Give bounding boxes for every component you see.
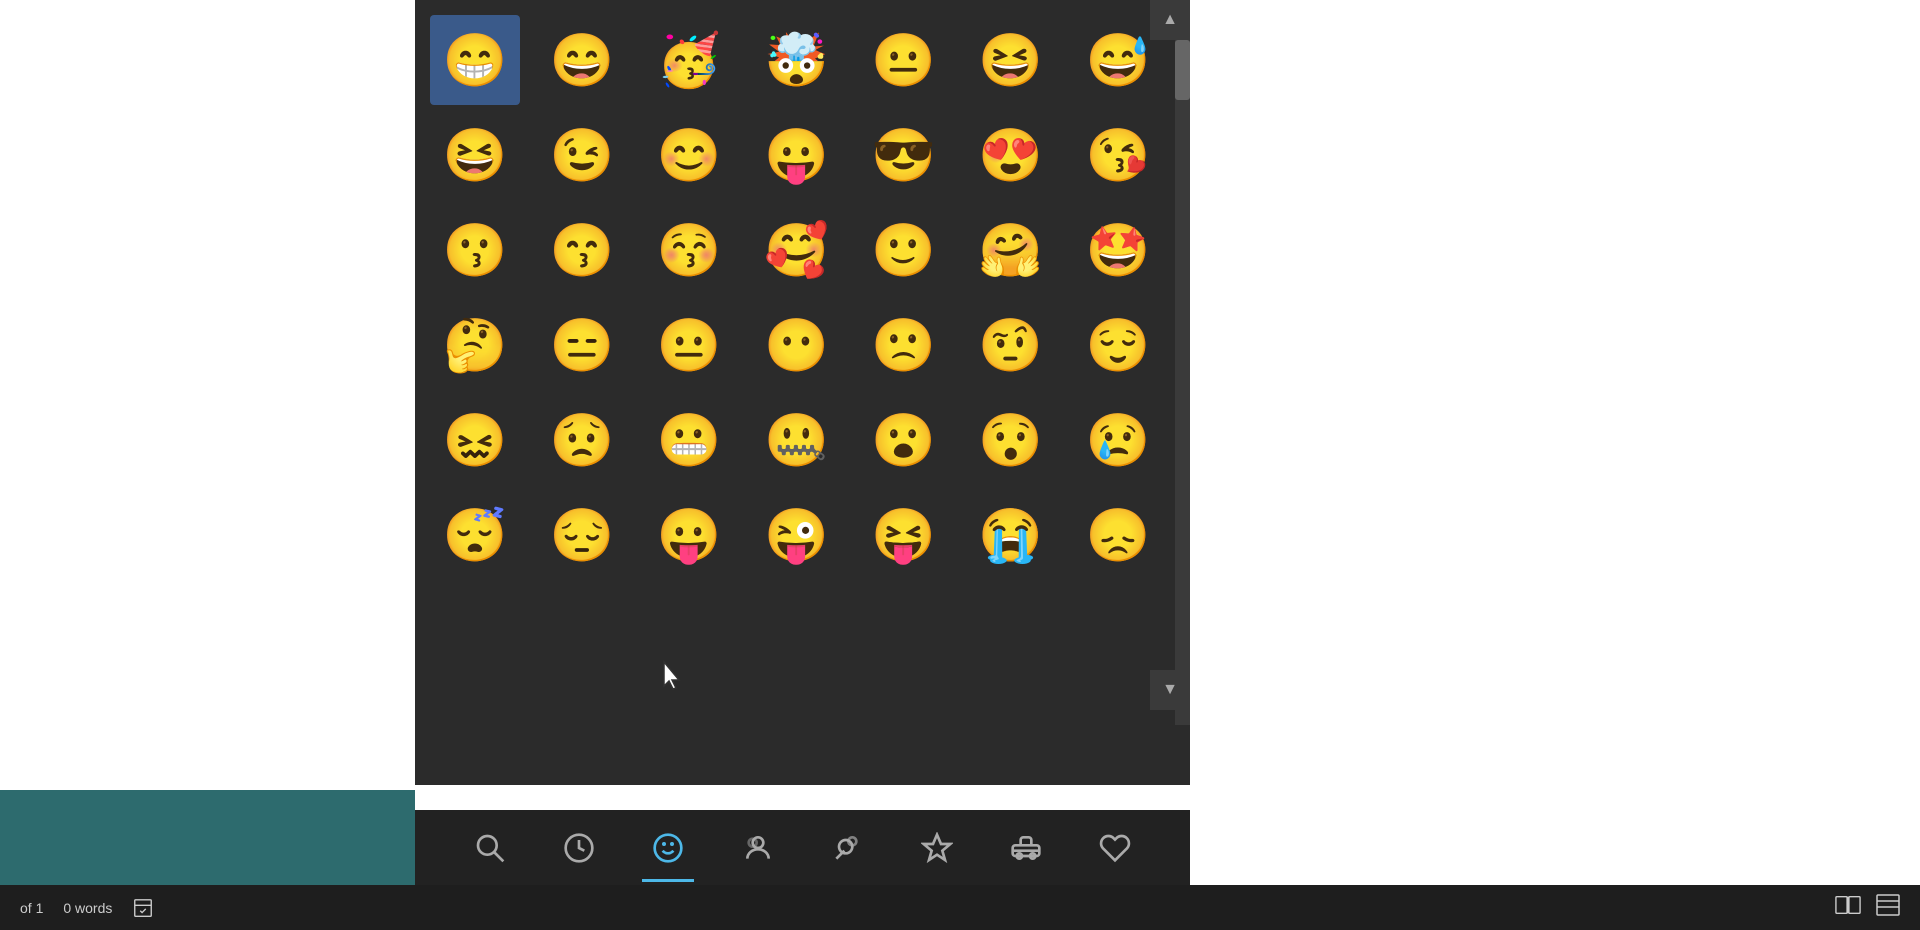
emoji-cell[interactable]: 😜 bbox=[751, 490, 841, 580]
category-people-button[interactable] bbox=[725, 815, 790, 880]
emoji-grid: 😁 😄 🥳 🤯 😐 😆 😅 😆 😉 😊 😛 😎 😍 😘 😗 😙 😚 🥰 🙂 🤗 … bbox=[430, 15, 1175, 580]
emoji-cell[interactable]: 😚 bbox=[644, 205, 734, 295]
emoji-cell[interactable]: 😢 bbox=[1073, 395, 1163, 485]
emoji-cell[interactable]: 🤯 bbox=[751, 15, 841, 105]
scroll-up-button[interactable]: ▲ bbox=[1150, 0, 1190, 40]
category-activities-button[interactable] bbox=[1083, 815, 1148, 880]
category-smiley-button[interactable] bbox=[636, 815, 701, 880]
emoji-cell[interactable]: 😑 bbox=[537, 300, 627, 390]
scrollbar-thumb[interactable] bbox=[1175, 40, 1190, 100]
book-view-icon[interactable] bbox=[1835, 894, 1861, 922]
emoji-cell[interactable]: 😁 bbox=[430, 15, 520, 105]
emoji-panel: ▲ 😁 😄 🥳 🤯 😐 😆 😅 😆 😉 😊 😛 😎 😍 😘 😗 😙 😚 🥰 bbox=[415, 0, 1190, 785]
emoji-cell[interactable]: 😟 bbox=[537, 395, 627, 485]
emoji-cell[interactable]: 😘 bbox=[1073, 110, 1163, 200]
emoji-cell[interactable]: 🤩 bbox=[1073, 205, 1163, 295]
emoji-cell[interactable]: 😶 bbox=[751, 300, 841, 390]
emoji-cell[interactable]: 🤔 bbox=[430, 300, 520, 390]
emoji-cell[interactable]: 😬 bbox=[644, 395, 734, 485]
emoji-cell[interactable]: 🙂 bbox=[859, 205, 949, 295]
emoji-grid-container: 😁 😄 🥳 🤯 😐 😆 😅 😆 😉 😊 😛 😎 😍 😘 😗 😙 😚 🥰 🙂 🤗 … bbox=[415, 0, 1190, 785]
emoji-cell[interactable]: 😛 bbox=[644, 490, 734, 580]
emoji-cell[interactable]: 😊 bbox=[644, 110, 734, 200]
emoji-cell[interactable]: 🥳 bbox=[644, 15, 734, 105]
emoji-cell[interactable]: 😍 bbox=[966, 110, 1056, 200]
lines-view-icon[interactable] bbox=[1876, 894, 1900, 922]
emoji-cell[interactable]: 😐 bbox=[859, 15, 949, 105]
emoji-cell[interactable]: 😙 bbox=[537, 205, 627, 295]
emoji-cell[interactable]: 😆 bbox=[966, 15, 1056, 105]
page-info: of 1 bbox=[20, 900, 43, 916]
spell-check-icon[interactable] bbox=[132, 897, 154, 919]
emoji-cell[interactable]: 😉 bbox=[537, 110, 627, 200]
scrollbar[interactable] bbox=[1175, 40, 1190, 725]
emoji-cell[interactable]: 🥰 bbox=[751, 205, 841, 295]
emoji-cell[interactable]: 😗 bbox=[430, 205, 520, 295]
emoji-cell[interactable]: 😄 bbox=[537, 15, 627, 105]
emoji-cell[interactable]: 😛 bbox=[751, 110, 841, 200]
category-bar bbox=[415, 810, 1190, 885]
emoji-cell[interactable]: 🤐 bbox=[751, 395, 841, 485]
emoji-cell[interactable]: 😆 bbox=[430, 110, 520, 200]
emoji-cell[interactable]: 😴 bbox=[430, 490, 520, 580]
emoji-cell[interactable]: 😞 bbox=[1073, 490, 1163, 580]
emoji-cell[interactable]: 😐 bbox=[644, 300, 734, 390]
category-recent-button[interactable] bbox=[547, 815, 612, 880]
category-travel-button[interactable] bbox=[993, 815, 1058, 880]
page-of-text: of 1 bbox=[20, 900, 43, 916]
category-search-button[interactable] bbox=[457, 815, 522, 880]
scroll-down-button[interactable]: ▼ bbox=[1150, 670, 1190, 710]
word-count: 0 words bbox=[63, 900, 112, 916]
category-nature-button[interactable] bbox=[815, 815, 880, 880]
emoji-cell[interactable]: 😝 bbox=[859, 490, 949, 580]
category-food-button[interactable] bbox=[904, 815, 969, 880]
emoji-cell[interactable]: 🤨 bbox=[966, 300, 1056, 390]
emoji-cell[interactable]: 😭 bbox=[966, 490, 1056, 580]
emoji-cell[interactable]: 😎 bbox=[859, 110, 949, 200]
status-bar-right bbox=[1835, 894, 1900, 922]
emoji-cell[interactable]: 😯 bbox=[966, 395, 1056, 485]
status-bar: of 1 0 words bbox=[0, 885, 1920, 930]
emoji-cell[interactable]: 🤗 bbox=[966, 205, 1056, 295]
emoji-cell[interactable]: 😌 bbox=[1073, 300, 1163, 390]
emoji-cell[interactable]: 😔 bbox=[537, 490, 627, 580]
emoji-cell[interactable]: 🙁 bbox=[859, 300, 949, 390]
emoji-cell[interactable]: 😮 bbox=[859, 395, 949, 485]
emoji-cell[interactable]: 😖 bbox=[430, 395, 520, 485]
